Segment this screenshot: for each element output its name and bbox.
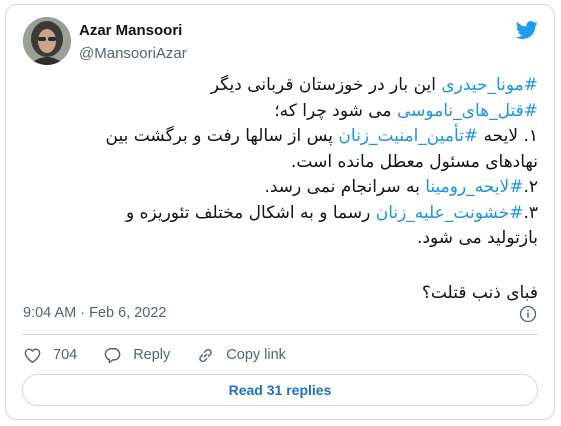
tweet-text: ۱. لایحه: [478, 126, 538, 146]
reply-button[interactable]: Reply: [103, 346, 170, 365]
tweet-text: ۳.: [523, 202, 538, 223]
link-icon: [199, 348, 213, 362]
hashtag-link[interactable]: #خشونت_علیه_زنان: [376, 203, 524, 223]
copy-link-button[interactable]: Copy link: [196, 346, 286, 365]
timestamp[interactable]: 9:04 AM · Feb 6, 2022: [23, 305, 166, 321]
hashtag-link[interactable]: #لایحه_رومینا: [425, 177, 523, 197]
tweet-text: فبای ذنب قتلت؟: [421, 282, 538, 303]
tweet-text: می شود چرا که؛: [274, 100, 397, 121]
tweet-text: نهادهای مسئول معطل مانده است.: [291, 151, 538, 172]
tweet-body: #مونا_حیدری این بار در خوزستان قربانی دی…: [28, 73, 538, 306]
tweet-line-5: ۲.#لایحه_رومینا به سرانجام نمی رسد.: [28, 175, 538, 201]
tweet-text: به سرانجام نمی رسد.: [264, 177, 426, 197]
reply-icon: [104, 347, 121, 363]
tweet-text: رسما و به اشکال مختلف تئوریزه و: [125, 202, 376, 223]
like-count: 704: [53, 347, 78, 363]
divider: [22, 334, 538, 335]
hashtag-link[interactable]: #قتل_های_ناموسی: [397, 101, 538, 121]
tweet-text: ۲.: [523, 177, 538, 197]
twitter-bird-icon[interactable]: [514, 19, 540, 41]
heart-icon: [24, 347, 41, 363]
tweet-line-1: #مونا_حیدری این بار در خوزستان قربانی دی…: [28, 73, 538, 99]
reply-label: Reply: [133, 347, 171, 363]
info-icon[interactable]: [519, 305, 537, 323]
tweet-line-3: ۱. لایحه #تأمین_امنیت_زنان پس از سالها ر…: [28, 124, 538, 150]
tweet-text: بازتولید می شود.: [417, 228, 538, 248]
copy-link-label: Copy link: [226, 347, 286, 363]
author-handle[interactable]: @MansooriAzar: [79, 45, 187, 62]
tweet-text: این بار در خوزستان قربانی دیگر: [210, 75, 442, 95]
tweet-text: پس از سالها رفت و برگشت بین: [105, 126, 339, 146]
tweet-line-4: نهادهای مسئول معطل مانده است.: [28, 150, 538, 176]
tweet-line-2: #قتل_های_ناموسی می شود چرا که؛: [28, 99, 538, 125]
author-name[interactable]: Azar Mansoori: [79, 22, 182, 39]
tweet-line-8: فبای ذنب قتلت؟: [28, 281, 538, 307]
tweet-line-6: ۳.#خشونت_علیه_زنان رسما و به اشکال مختلف…: [28, 201, 538, 227]
tweet-card: Azar Mansoori @MansooriAzar #مونا_حیدری …: [5, 4, 555, 420]
tweet-line-7: بازتولید می شود.: [28, 226, 538, 252]
hashtag-link[interactable]: #تأمین_امنیت_زنان: [338, 126, 478, 146]
read-replies-button[interactable]: Read 31 replies: [22, 374, 538, 406]
hashtag-link[interactable]: #مونا_حیدری: [441, 75, 538, 95]
action-bar: 704 Reply Copy link: [23, 345, 312, 365]
avatar[interactable]: [23, 17, 71, 65]
like-button[interactable]: 704: [23, 346, 77, 365]
